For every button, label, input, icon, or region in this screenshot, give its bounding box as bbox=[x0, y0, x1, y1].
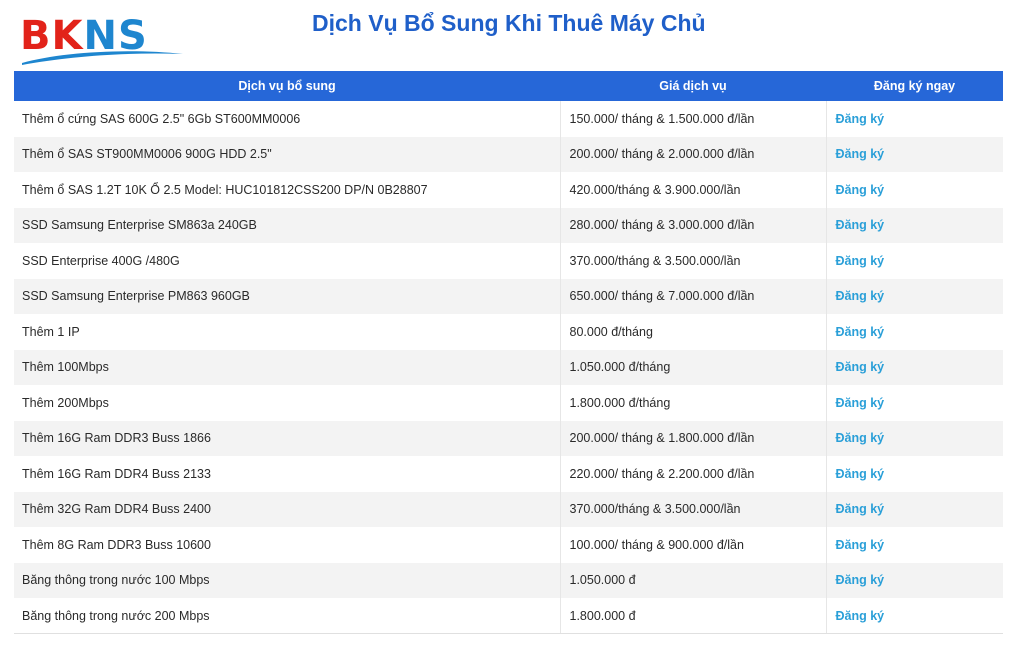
register-link[interactable]: Đăng ký bbox=[836, 325, 885, 339]
service-price-cell: 220.000/ tháng & 2.200.000 đ/lần bbox=[560, 456, 827, 492]
page-title: Dịch Vụ Bổ Sung Khi Thuê Máy Chủ bbox=[312, 10, 706, 36]
table-row: SSD Enterprise 400G /480G 370.000/tháng &… bbox=[14, 243, 1003, 279]
register-link[interactable]: Đăng ký bbox=[836, 360, 885, 374]
service-name-cell: Thêm 16G Ram DDR4 Buss 2133 bbox=[14, 456, 561, 492]
service-name-cell: Thêm ổ cứng SAS 600G 2.5" 6Gb ST600MM000… bbox=[14, 101, 561, 137]
service-price-cell: 370.000/tháng & 3.500.000/lần bbox=[560, 491, 827, 527]
register-cell: Đăng ký bbox=[826, 101, 1003, 137]
service-name-cell: Thêm 200Mbps bbox=[14, 385, 561, 421]
service-price-cell: 1.800.000 đ bbox=[560, 598, 827, 634]
service-name-cell: Băng thông trong nước 200 Mbps bbox=[14, 598, 561, 634]
table-row: SSD Samsung Enterprise SM863a 240GB 280.0… bbox=[14, 207, 1003, 243]
service-name-cell: Thêm ổ SAS ST900MM0006 900G HDD 2.5" bbox=[14, 136, 561, 172]
service-name-cell: Thêm 100Mbps bbox=[14, 349, 561, 385]
service-name-cell: Thêm 16G Ram DDR3 Buss 1866 bbox=[14, 420, 561, 456]
table-row: Thêm 16G Ram DDR4 Buss 2133 220.000/ thán… bbox=[14, 456, 1003, 492]
service-name-cell: Thêm 8G Ram DDR3 Buss 10600 bbox=[14, 527, 561, 563]
service-price-cell: 150.000/ tháng & 1.500.000 đ/lần bbox=[560, 101, 827, 137]
table-row: Băng thông trong nước 100 Mbps 1.050.000 … bbox=[14, 562, 1003, 598]
register-link[interactable]: Đăng ký bbox=[836, 254, 885, 268]
register-link[interactable]: Đăng ký bbox=[836, 183, 885, 197]
register-link[interactable]: Đăng ký bbox=[836, 289, 885, 303]
header-register: Đăng ký ngay bbox=[826, 71, 1003, 101]
register-link[interactable]: Đăng ký bbox=[836, 218, 885, 232]
table-header-row: Dịch vụ bổ sung Giá dịch vụ Đăng ký ngay bbox=[14, 71, 1003, 101]
register-cell: Đăng ký bbox=[826, 278, 1003, 314]
service-price-cell: 100.000/ tháng & 900.000 đ/lần bbox=[560, 527, 827, 563]
register-link[interactable]: Đăng ký bbox=[836, 431, 885, 445]
table-row: Băng thông trong nước 200 Mbps 1.800.000 … bbox=[14, 598, 1003, 634]
register-cell: Đăng ký bbox=[826, 243, 1003, 279]
table-row: Thêm ổ SAS ST900MM0006 900G HDD 2.5" 200.… bbox=[14, 136, 1003, 172]
service-price-cell: 80.000 đ/tháng bbox=[560, 314, 827, 350]
table-row: Thêm 32G Ram DDR4 Buss 2400 370.000/tháng… bbox=[14, 491, 1003, 527]
service-name-cell: SSD Samsung Enterprise PM863 960GB bbox=[14, 278, 561, 314]
bkns-logo[interactable]: BKNS bbox=[20, 14, 185, 68]
header-price: Giá dịch vụ bbox=[560, 71, 826, 101]
table-row: Thêm ổ cứng SAS 600G 2.5" 6Gb ST600MM000… bbox=[14, 101, 1003, 137]
header-service: Dịch vụ bổ sung bbox=[14, 71, 560, 101]
service-price-cell: 200.000/ tháng & 2.000.000 đ/lần bbox=[560, 136, 827, 172]
register-link[interactable]: Đăng ký bbox=[836, 502, 885, 516]
register-cell: Đăng ký bbox=[826, 314, 1003, 350]
register-cell: Đăng ký bbox=[826, 562, 1003, 598]
register-link[interactable]: Đăng ký bbox=[836, 573, 885, 587]
register-cell: Đăng ký bbox=[826, 527, 1003, 563]
register-link[interactable]: Đăng ký bbox=[836, 467, 885, 481]
service-price-cell: 420.000/tháng & 3.900.000/lần bbox=[560, 172, 827, 208]
service-price-cell: 650.000/ tháng & 7.000.000 đ/lần bbox=[560, 278, 827, 314]
services-table: Dịch vụ bổ sung Giá dịch vụ Đăng ký ngay… bbox=[14, 71, 1003, 634]
table-row: Thêm 100Mbps 1.050.000 đ/tháng Đăng ký bbox=[14, 349, 1003, 385]
register-cell: Đăng ký bbox=[826, 349, 1003, 385]
logo-swoosh-icon bbox=[22, 51, 183, 65]
table-row: Thêm 1 IP 80.000 đ/tháng Đăng ký bbox=[14, 314, 1003, 350]
register-cell: Đăng ký bbox=[826, 598, 1003, 634]
service-price-cell: 1.050.000 đ bbox=[560, 562, 827, 598]
service-price-cell: 200.000/ tháng & 1.800.000 đ/lần bbox=[560, 420, 827, 456]
register-cell: Đăng ký bbox=[826, 172, 1003, 208]
service-name-cell: Băng thông trong nước 100 Mbps bbox=[14, 562, 561, 598]
service-price-cell: 370.000/tháng & 3.500.000/lần bbox=[560, 243, 827, 279]
table-row: Thêm 200Mbps 1.800.000 đ/tháng Đăng ký bbox=[14, 385, 1003, 421]
register-link[interactable]: Đăng ký bbox=[836, 112, 885, 126]
service-name-cell: SSD Enterprise 400G /480G bbox=[14, 243, 561, 279]
register-cell: Đăng ký bbox=[826, 136, 1003, 172]
register-link[interactable]: Đăng ký bbox=[836, 538, 885, 552]
table-row: Thêm 16G Ram DDR3 Buss 1866 200.000/ thán… bbox=[14, 420, 1003, 456]
table-row: Thêm 8G Ram DDR3 Buss 10600 100.000/ thán… bbox=[14, 527, 1003, 563]
register-cell: Đăng ký bbox=[826, 456, 1003, 492]
register-link[interactable]: Đăng ký bbox=[836, 396, 885, 410]
register-cell: Đăng ký bbox=[826, 385, 1003, 421]
service-name-cell: SSD Samsung Enterprise SM863a 240GB bbox=[14, 207, 561, 243]
service-price-cell: 1.800.000 đ/tháng bbox=[560, 385, 827, 421]
register-cell: Đăng ký bbox=[826, 491, 1003, 527]
service-name-cell: Thêm 32G Ram DDR4 Buss 2400 bbox=[14, 491, 561, 527]
service-name-cell: Thêm 1 IP bbox=[14, 314, 561, 350]
service-name-cell: Thêm ổ SAS 1.2T 10K Ổ 2.5 Model: HUC1018… bbox=[14, 172, 561, 208]
table-row: Thêm ổ SAS 1.2T 10K Ổ 2.5 Model: HUC1018… bbox=[14, 172, 1003, 208]
register-link[interactable]: Đăng ký bbox=[836, 147, 885, 161]
table-row: SSD Samsung Enterprise PM863 960GB 650.00… bbox=[14, 278, 1003, 314]
service-price-cell: 280.000/ tháng & 3.000.000 đ/lần bbox=[560, 207, 827, 243]
register-cell: Đăng ký bbox=[826, 207, 1003, 243]
register-link[interactable]: Đăng ký bbox=[836, 609, 885, 623]
service-price-cell: 1.050.000 đ/tháng bbox=[560, 349, 827, 385]
register-cell: Đăng ký bbox=[826, 420, 1003, 456]
